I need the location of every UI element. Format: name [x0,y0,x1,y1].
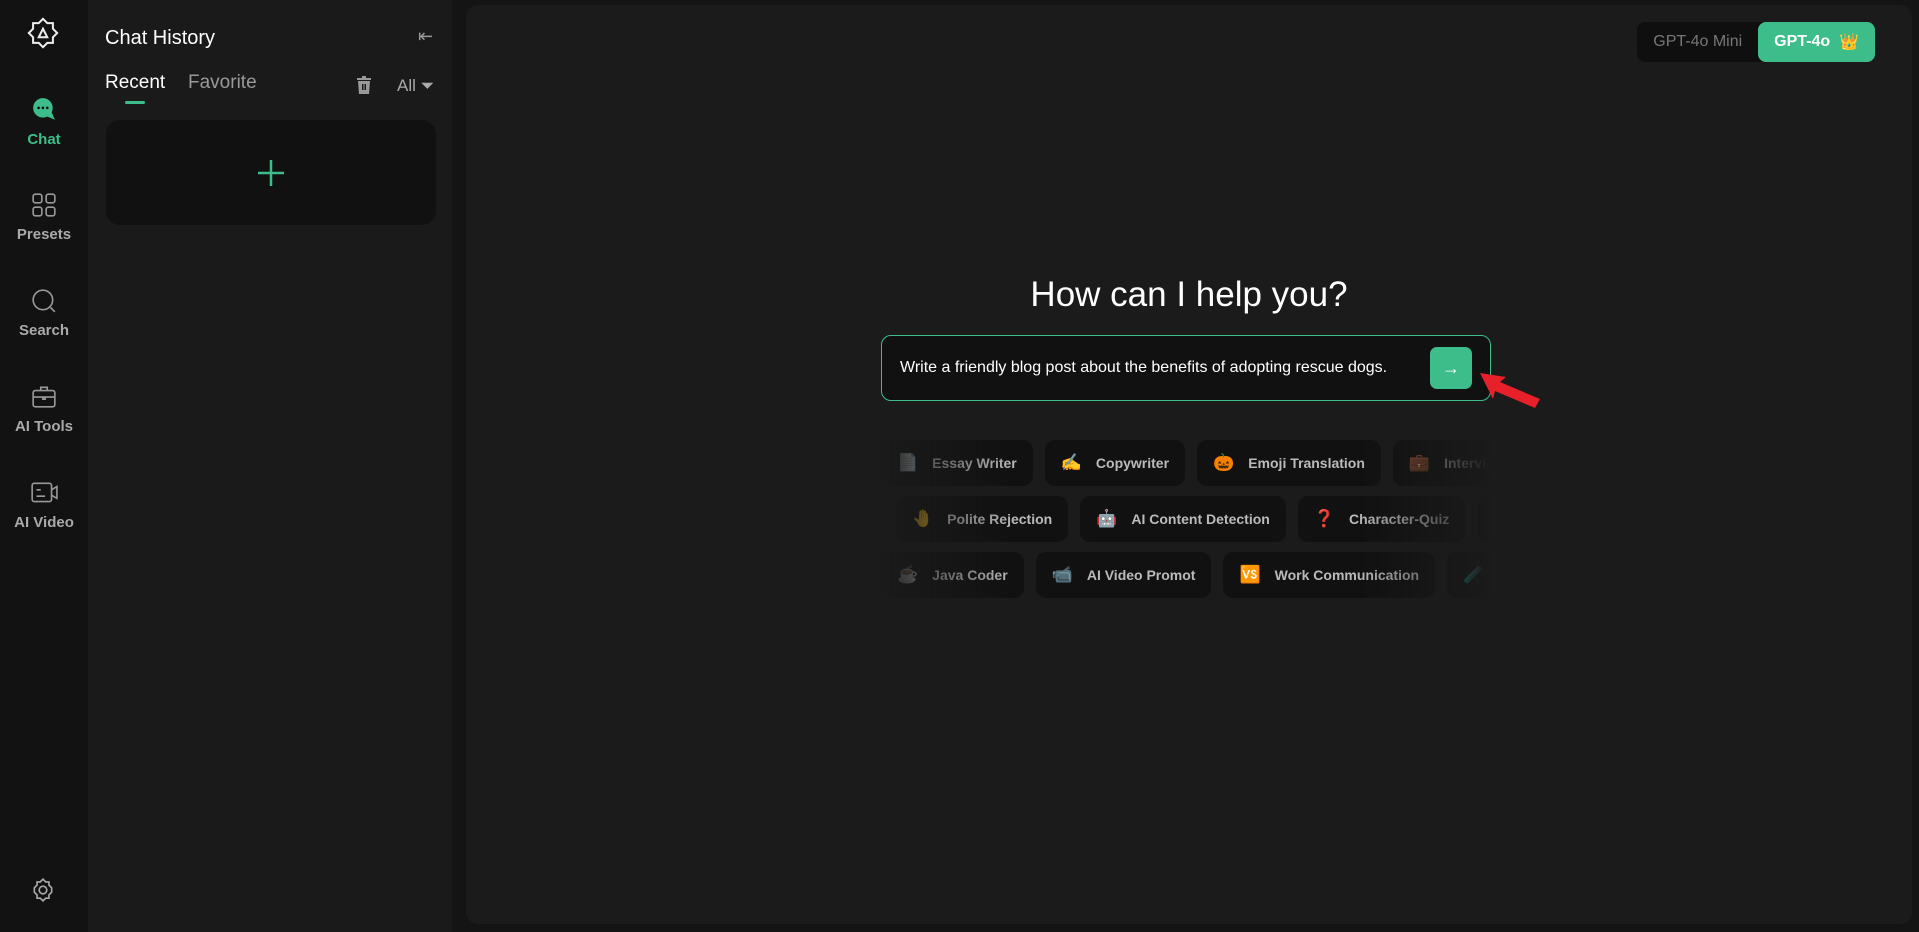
preset-icon: ❓ [1313,509,1335,528]
rail-item-presets[interactable]: Presets [0,192,88,243]
filter-button[interactable]: All ⏷ [397,76,434,96]
preset-label: Polite Rejection [947,511,1053,527]
send-button[interactable]: → [1430,347,1472,389]
preset-chip[interactable]: 📄 Essay Writer [881,440,1033,486]
preset-label: Character-Quiz [1349,511,1450,527]
preset-chip[interactable]: 🆚 Work Communication [1223,552,1436,598]
filter-label: All [397,76,416,95]
preset-chip[interactable]: 💼 Interview Questions [1392,440,1491,486]
icon-rail: Chat Presets Search AI Tools AI Video [0,0,88,932]
filter-icon: ⏷ [420,76,435,95]
rail-label: Chat [27,131,61,148]
preset-label: Work Communication [1274,567,1420,583]
preset-icon: 💼 [1408,453,1431,472]
preset-label: AI Video Promot [1086,567,1196,583]
rail-item-ai-tools[interactable]: AI Tools [0,384,88,435]
preset-chip[interactable]: ❓ Character-Quiz [1297,496,1466,542]
model-label: GPT-4o [1774,33,1831,50]
plus-icon [258,159,284,186]
prompt-input-value[interactable]: Write a friendly blog post about the ben… [900,359,1430,377]
tab-favorite[interactable]: Favorite [188,72,257,94]
preset-icon: 📄 [897,453,919,472]
preset-chip[interactable]: ✍️ Copywriter [1044,440,1186,486]
preset-icon: 🎃 [1213,453,1235,472]
annotation-arrow-icon [1480,373,1540,408]
settings-gear-icon[interactable] [30,877,56,903]
new-chat-button[interactable] [106,120,436,225]
rail-item-search[interactable]: Search [0,288,88,339]
chat-history-panel: Chat History ⇤ Recent Favorite All ⏷ [88,0,452,932]
chat-bubbles-icon [33,98,55,120]
preset-chip[interactable]: ☕ Java Coder [881,552,1024,598]
preset-label: Copywriter [1095,455,1170,471]
preset-chip[interactable]: 🤖 AI Content Detection [1080,496,1286,542]
video-icon [31,482,58,503]
model-switcher: GPT-4o Mini GPT-4o 👑 [1637,22,1875,62]
preset-label: Interview Questions [1444,455,1491,471]
preset-chip[interactable]: 🤚 Polite Rejection [896,496,1069,542]
preset-icon: 🆚 [1239,565,1261,584]
prompt-input[interactable]: Write a friendly blog post about the ben… [881,335,1491,401]
preset-icon: ☕ [897,565,919,584]
toolbox-icon [32,386,56,408]
main-panel: GPT-4o Mini GPT-4o 👑 How can I help you?… [466,5,1912,924]
rail-label: Search [18,322,70,339]
preset-chip[interactable]: 🎮Text [1477,496,1491,542]
preset-icon: 🤖 [1096,509,1118,528]
preset-icon: ✍️ [1060,453,1082,472]
preset-chip[interactable]: 🧪Chemistry [1447,552,1491,598]
search-icon [32,289,56,313]
panel-title: Chat History [105,27,216,49]
active-tab-indicator [125,101,145,104]
model-gpt-4o-mini[interactable]: GPT-4o Mini [1637,22,1758,62]
preset-label: Java Coder [932,567,1008,583]
preset-icon: 🤚 [912,509,934,528]
rail-item-ai-video[interactable]: AI Video [0,480,88,531]
rail-label: Presets [16,226,72,243]
arrow-right-icon: → [1442,357,1460,378]
preset-label: Emoji Translation [1248,455,1365,471]
preset-label: AI Content Detection [1131,511,1270,527]
preset-icon: 📹 [1051,565,1073,584]
grid-icon [32,193,56,217]
trash-icon[interactable] [356,76,372,94]
tab-recent[interactable]: Recent [105,72,165,94]
preset-chip[interactable]: 📹 AI Video Promot [1035,552,1212,598]
rail-item-chat[interactable]: Chat [0,97,88,148]
preset-chips: 📄 Essay Writer ✍️ Copywriter 🎃 Emoji Translat… [881,440,1491,600]
rail-label: AI Tools [14,418,74,435]
logo-icon[interactable] [26,16,60,50]
preset-chip[interactable]: 🎃 Emoji Translation [1197,440,1381,486]
page-heading: How can I help you? [1030,275,1348,314]
collapse-panel-icon[interactable]: ⇤ [418,26,433,47]
preset-label: Essay Writer [932,455,1017,471]
rail-label: AI Video [14,514,74,531]
preset-icon: 🧪 [1463,565,1485,584]
model-gpt-4o[interactable]: GPT-4o 👑 [1758,22,1875,62]
crown-icon: 👑 [1839,34,1859,51]
